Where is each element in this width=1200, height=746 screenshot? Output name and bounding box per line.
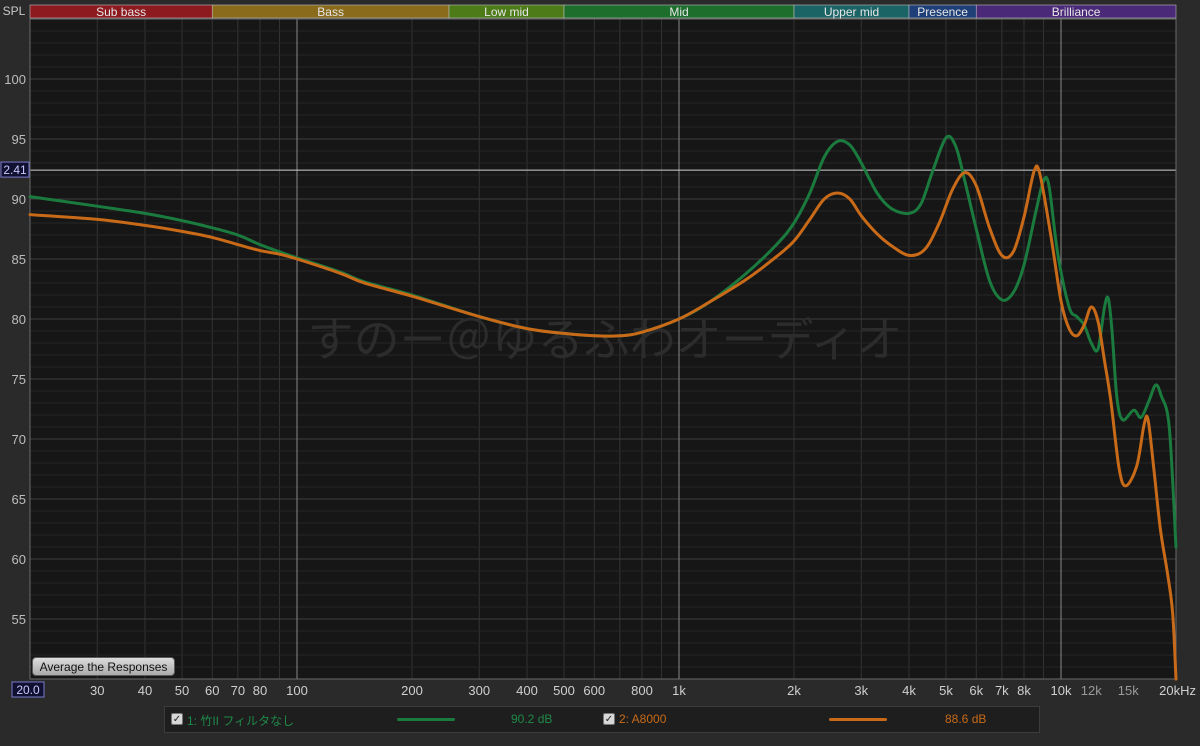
x-tick-70: 70 xyxy=(231,683,245,698)
y-tick-75: 75 xyxy=(12,372,26,387)
y-tick-65: 65 xyxy=(12,492,26,507)
y-tick-60: 60 xyxy=(12,552,26,567)
legend-1-checkbox[interactable]: ✓ xyxy=(171,713,183,725)
average-responses-button[interactable]: Average the Responses xyxy=(32,657,175,676)
x-tick-60: 60 xyxy=(205,683,219,698)
legend-1-label: 1: 竹II フィルタなし xyxy=(187,714,295,728)
x-tick-100: 100 xyxy=(286,683,308,698)
x-tick-50: 50 xyxy=(175,683,189,698)
legend-2-swatch xyxy=(829,718,887,721)
band-label-3: Mid xyxy=(669,5,688,19)
x-tick-5k: 5k xyxy=(939,683,953,698)
legend-2-checkbox[interactable]: ✓ xyxy=(603,713,615,725)
band-label-1: Bass xyxy=(317,5,344,19)
x-tick-2k: 2k xyxy=(787,683,801,698)
x-tick-20kHz: 20kHz xyxy=(1159,683,1196,698)
x-tick-3k: 3k xyxy=(854,683,868,698)
cursor-value: 2.41 xyxy=(3,163,27,177)
y-tick-80: 80 xyxy=(12,312,26,327)
y-tick-95: 95 xyxy=(12,132,26,147)
x-tick-40: 40 xyxy=(138,683,152,698)
x-tick-500: 500 xyxy=(553,683,575,698)
band-label-0: Sub bass xyxy=(96,5,146,19)
x-tick-80: 80 xyxy=(253,683,267,698)
legend-item-1[interactable]: ✓ 1: 竹II フィルタなし 90.2 dB xyxy=(165,707,601,732)
y-tick-100: 100 xyxy=(4,72,26,87)
legend-1-value: 90.2 dB xyxy=(511,712,553,726)
frequency-response-graph: Sub bass Bass Low mid Mid Upper mid Presence B… xyxy=(0,0,1200,741)
x-tick-4k: 4k xyxy=(902,683,916,698)
x-tick-400: 400 xyxy=(516,683,538,698)
y-tick-70: 70 xyxy=(12,432,26,447)
legend-2-label: 2: A8000 xyxy=(619,712,667,726)
x-tick-300: 300 xyxy=(468,683,490,698)
x-tick-600: 600 xyxy=(583,683,605,698)
x-tick-8k: 8k xyxy=(1017,683,1031,698)
band-label-4: Upper mid xyxy=(824,5,879,19)
band-label-2: Low mid xyxy=(484,5,529,19)
chart-svg[interactable]: Sub bass Bass Low mid Mid Upper mid Presence B… xyxy=(0,0,1200,741)
x-tick-15k: 15k xyxy=(1118,683,1139,698)
x-tick-10k: 10k xyxy=(1051,683,1072,698)
x-start-value: 20.0 xyxy=(16,683,40,697)
x-tick-7k: 7k xyxy=(995,683,1009,698)
x-tick-30: 30 xyxy=(90,683,104,698)
x-tick-6k: 6k xyxy=(969,683,983,698)
legend-bar: ✓ 1: 竹II フィルタなし 90.2 dB ✓ 2: A8000 88.6 … xyxy=(164,706,1040,733)
legend-1-swatch xyxy=(397,718,455,721)
y-tick-90: 90 xyxy=(12,192,26,207)
y-tick-55: 55 xyxy=(12,612,26,627)
band-label-5: Presence xyxy=(917,5,968,19)
y-axis-label: SPL xyxy=(3,4,26,18)
band-label-6: Brilliance xyxy=(1052,5,1101,19)
x-tick-200: 200 xyxy=(401,683,423,698)
legend-item-2[interactable]: ✓ 2: A8000 88.6 dB xyxy=(601,707,1039,732)
x-tick-1k: 1k xyxy=(672,683,686,698)
x-tick-800: 800 xyxy=(631,683,653,698)
watermark: すのー＠ゆるふわオーディオ xyxy=(308,313,903,367)
y-tick-85: 85 xyxy=(12,252,26,267)
legend-2-value: 88.6 dB xyxy=(945,712,987,726)
x-tick-12k: 12k xyxy=(1081,683,1102,698)
